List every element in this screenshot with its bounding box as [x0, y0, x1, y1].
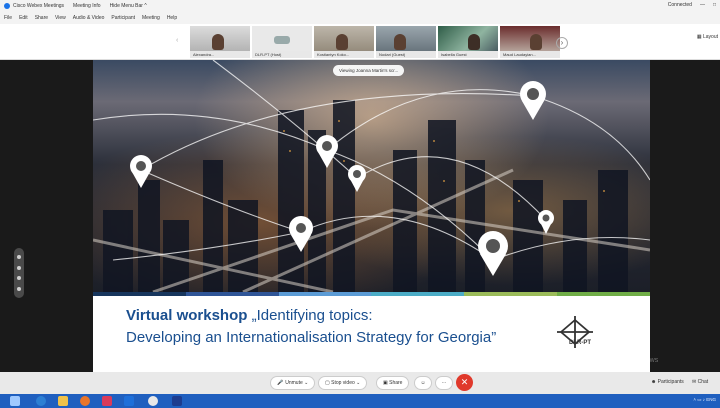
menu-edit[interactable]: Edit: [19, 15, 28, 21]
annotation-tool-icon[interactable]: [17, 265, 21, 270]
participants-label: Participants: [657, 379, 684, 385]
menu-share[interactable]: Share: [35, 15, 48, 21]
share-icon: ▣: [383, 380, 388, 386]
connection-status[interactable]: Connected: [668, 2, 692, 8]
participant-tile[interactable]: Kostiantyn Koko...: [314, 26, 374, 58]
participant-video: [274, 36, 290, 44]
band-segment: [185, 292, 279, 296]
reactions-button[interactable]: ☺: [414, 376, 432, 390]
unmute-label: Unmute: [285, 380, 303, 386]
firefox-icon[interactable]: [80, 396, 90, 406]
participant-name: Alexandra...: [190, 51, 250, 58]
participant-video: [394, 34, 406, 50]
participants-icon: ☻: [651, 379, 657, 385]
annotation-tool-icon[interactable]: [17, 255, 21, 260]
slide-title-rest: „Identifying topics:: [247, 307, 373, 324]
maximize-icon[interactable]: □: [713, 2, 716, 8]
system-tray[interactable]: ˄ ▭ ♪ ENG: [693, 397, 716, 403]
network-overlay: [93, 60, 650, 292]
layout-button-label: Layout: [702, 34, 718, 40]
city-network-image: [93, 60, 650, 292]
camera-icon: ▢: [325, 380, 330, 386]
participant-tile[interactable]: Maud Laudayian...: [500, 26, 560, 58]
app-icon[interactable]: [102, 396, 112, 406]
share-label: Share: [389, 380, 403, 386]
stop-video-button[interactable]: ▢ Stop video ⌄: [318, 376, 368, 390]
chrome-icon[interactable]: [148, 396, 158, 406]
stop-video-label: Stop video: [331, 380, 355, 386]
participant-name: Isabella Guest: [438, 51, 498, 58]
band-segment: [93, 292, 186, 296]
outlook-icon[interactable]: [124, 396, 134, 406]
menu-participant[interactable]: Participant: [111, 15, 135, 21]
smile-icon: ☺: [420, 380, 426, 386]
slide-title-bold: Virtual workshop: [126, 307, 248, 324]
menu-view[interactable]: View: [55, 15, 66, 21]
band-segment: [557, 292, 650, 296]
title-bar: Cisco Webex Meetings Meeting Info Hide M…: [0, 0, 720, 12]
band-segment: [278, 292, 372, 296]
participant-tile[interactable]: DLR-PT (Host): [252, 26, 312, 58]
menu-meeting[interactable]: Meeting: [142, 15, 160, 21]
slide-color-band: [93, 292, 650, 296]
strip-next-icon[interactable]: ›: [556, 37, 568, 49]
participant-name: DLR-PT (Host): [252, 51, 312, 58]
annotation-tool-icon[interactable]: [17, 276, 21, 281]
edge-browser-icon[interactable]: [36, 396, 46, 406]
meeting-info-tab[interactable]: Meeting Info: [73, 3, 101, 9]
file-explorer-icon[interactable]: [58, 396, 68, 406]
participant-thumbnails: Alexandra... DLR-PT (Host) Kostiantyn Ko…: [190, 26, 560, 58]
participant-tile[interactable]: Nodari (Guest): [376, 26, 436, 58]
windows-start-icon[interactable]: [10, 396, 20, 406]
menu-file[interactable]: File: [4, 15, 12, 21]
meeting-control-bar: 🎤 Unmute ⌄ ▢ Stop video ⌄ ▣ Share ☺ ··· ☻…: [0, 372, 720, 394]
chat-icon: ✉: [692, 379, 697, 385]
participant-video: [336, 34, 348, 50]
viewing-badge[interactable]: Viewing Joanna Martin's scr...: [333, 65, 405, 76]
windows-taskbar: ˄ ▭ ♪ ENG: [0, 394, 720, 408]
strip-scroll-left-icon[interactable]: ‹: [176, 37, 178, 44]
chat-label: Chat: [697, 379, 709, 385]
app-title-text: Cisco Webex Meetings: [13, 3, 65, 9]
share-button[interactable]: ▣ Share: [376, 376, 410, 390]
dlr-logo-text: DLR-PT: [569, 340, 591, 346]
menu-audio-video[interactable]: Audio & Video: [73, 15, 105, 21]
microphone-muted-icon: 🎤: [277, 380, 284, 386]
app-title: Cisco Webex Meetings Meeting Info Hide M…: [4, 3, 147, 9]
participant-name: Maud Laudayian...: [500, 51, 560, 58]
annotation-tool-icon[interactable]: [17, 286, 21, 291]
band-segment: [371, 292, 465, 296]
participants-button[interactable]: ☻ Participants: [645, 376, 690, 390]
webex-logo-icon: [4, 3, 10, 9]
menu-help[interactable]: Help: [167, 15, 177, 21]
end-meeting-button[interactable]: ✕: [456, 374, 473, 391]
participant-video: [468, 34, 480, 50]
annotation-toolbar[interactable]: [14, 248, 24, 298]
band-segment: [464, 292, 558, 296]
participant-tile[interactable]: Isabella Guest: [438, 26, 498, 58]
participant-tile[interactable]: Alexandra...: [190, 26, 250, 58]
layout-button[interactable]: ▦ Layout: [697, 34, 718, 40]
more-options-button[interactable]: ···: [435, 376, 453, 390]
slide-subtitle: Developing an Internationalisation Strat…: [126, 329, 497, 346]
participant-name: Nodari (Guest): [376, 51, 436, 58]
participant-video: [212, 34, 224, 50]
participant-name: Kostiantyn Koko...: [314, 51, 374, 58]
shared-slide: Virtual workshop „Identifying topics: De…: [93, 60, 650, 372]
menu-bar: File Edit Share View Audio & Video Parti…: [0, 12, 720, 24]
unmute-button[interactable]: 🎤 Unmute ⌄: [270, 376, 316, 390]
activate-windows-watermark: Activate Windows: [603, 357, 659, 364]
hide-menu-bar-tab[interactable]: Hide Menu Bar ^: [110, 3, 147, 9]
slide-title: Virtual workshop „Identifying topics:: [126, 307, 372, 324]
minimize-icon[interactable]: —: [700, 2, 705, 8]
participant-video: [530, 34, 542, 50]
video-strip: ‹ Alexandra... DLR-PT (Host) Kostiantyn …: [0, 24, 720, 60]
webex-taskbar-icon[interactable]: [172, 396, 182, 406]
chat-button[interactable]: ✉ Chat: [686, 376, 714, 390]
